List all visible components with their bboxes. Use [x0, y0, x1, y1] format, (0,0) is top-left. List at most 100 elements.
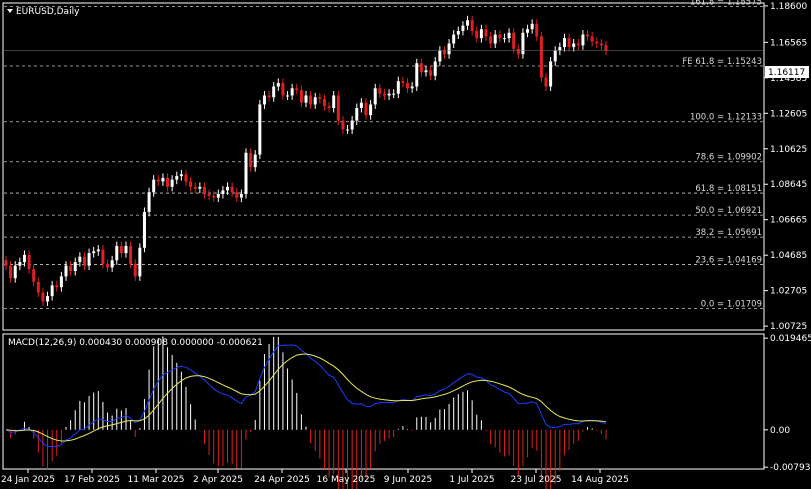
- candle-body: [198, 186, 202, 189]
- candle-body: [507, 32, 511, 39]
- candle-body: [18, 262, 22, 266]
- candle-body: [69, 265, 73, 272]
- candle-body: [346, 129, 350, 131]
- candle-body: [590, 36, 594, 42]
- candle-body: [336, 95, 340, 121]
- candle-body: [115, 245, 119, 261]
- candle-body: [438, 50, 442, 62]
- candle-body: [226, 186, 230, 191]
- candle-body: [387, 93, 391, 96]
- candle-body: [378, 88, 382, 94]
- candle-body: [179, 174, 183, 177]
- candle-body: [295, 88, 299, 91]
- candle-body: [249, 152, 253, 168]
- candle-body: [82, 256, 86, 266]
- candle-body: [544, 77, 548, 87]
- x-tick-label: 24 Jan 2025: [1, 475, 55, 485]
- candle-body: [410, 86, 414, 89]
- candle-body: [124, 245, 128, 254]
- y-tick-label: 1.10625: [770, 145, 807, 155]
- candle-body: [355, 108, 359, 121]
- candle-body: [433, 61, 437, 76]
- candle-body: [442, 50, 446, 55]
- candle-body: [73, 262, 77, 272]
- x-tick-label: 17 Feb 2025: [64, 475, 120, 485]
- candle-body: [327, 106, 331, 109]
- candle-body: [470, 20, 474, 31]
- candle-body: [539, 36, 543, 78]
- candle-body: [290, 88, 294, 96]
- macd-y-tick-label: -0.007939: [770, 463, 811, 473]
- candle-body: [406, 82, 410, 89]
- candle-body: [239, 193, 243, 198]
- chart-title: EURUSD,Daily: [16, 7, 80, 17]
- candle-body: [512, 32, 516, 49]
- candle-body: [32, 269, 36, 282]
- candle-body: [526, 29, 530, 33]
- candle-body: [567, 38, 571, 48]
- y-tick-label: 1.02705: [770, 287, 807, 297]
- candle-body: [59, 276, 63, 288]
- candle-body: [276, 82, 280, 87]
- y-tick-label: 1.06665: [770, 216, 807, 226]
- y-tick-label: 1.08645: [770, 180, 807, 190]
- x-tick-label: 24 Apr 2025: [254, 475, 310, 485]
- fib-label: 78.6 = 1.09902: [695, 153, 762, 163]
- candle-body: [147, 192, 151, 212]
- candle-body: [530, 23, 534, 30]
- candle-body: [207, 193, 211, 196]
- candle-body: [332, 95, 336, 109]
- candle-body: [138, 247, 142, 277]
- candle-body: [401, 81, 405, 83]
- fib-label: 100.0 = 1.12133: [690, 113, 762, 123]
- candle-body: [202, 186, 206, 194]
- candle-body: [304, 95, 308, 103]
- candle-body: [461, 25, 465, 31]
- candle-body: [498, 34, 502, 39]
- x-tick-label: 2 Apr 2025: [193, 475, 243, 485]
- candle-body: [553, 50, 557, 62]
- candle-body: [359, 102, 363, 109]
- candle-body: [382, 93, 386, 96]
- candle-body: [562, 38, 566, 48]
- candle-body: [452, 34, 456, 44]
- candle-body: [221, 190, 225, 194]
- candle-body: [479, 29, 483, 39]
- candle-body: [318, 97, 322, 100]
- candle-body: [419, 63, 423, 73]
- candle-body: [161, 177, 165, 182]
- fib-label: FE 61.8 = 1.15243: [682, 57, 762, 67]
- candle-body: [184, 174, 188, 182]
- candle-body: [216, 193, 220, 198]
- candle-body: [22, 254, 26, 263]
- macd-y-tick-label: 0.019465: [770, 334, 811, 344]
- candle-body: [106, 263, 110, 268]
- candle-body: [193, 186, 197, 189]
- candle-body: [253, 154, 257, 168]
- x-tick-label: 23 Jul 2025: [511, 475, 562, 485]
- candle-body: [55, 285, 59, 288]
- candle-body: [369, 104, 373, 116]
- candle-body: [456, 30, 460, 35]
- x-tick-label: 11 Mar 2025: [127, 475, 184, 485]
- candle-body: [475, 30, 479, 39]
- fib-label: 38.2 = 1.05691: [695, 228, 762, 238]
- candle-body: [64, 265, 68, 277]
- candle-body: [262, 95, 266, 105]
- candle-body: [92, 251, 96, 254]
- eurusd-chart[interactable]: 161.8 = 1.18575 FE 61.8 = 1.15243 100.0 = …: [0, 0, 811, 489]
- candle-body: [27, 254, 31, 270]
- candle-body: [341, 120, 345, 130]
- x-tick-label: 1 Jul 2025: [449, 475, 494, 485]
- candle-body: [424, 70, 428, 73]
- y-tick-label: 1.16565: [770, 38, 807, 48]
- x-tick-label: 9 Jun 2025: [384, 475, 432, 485]
- candle-body: [129, 245, 133, 264]
- candle-body: [101, 249, 105, 264]
- candle-body: [586, 34, 590, 37]
- candle-body: [373, 88, 377, 105]
- x-tick-label: 16 May 2025: [317, 475, 376, 485]
- candle-body: [36, 281, 40, 293]
- candle-body: [166, 177, 170, 187]
- y-tick-label: 1.12605: [770, 109, 807, 119]
